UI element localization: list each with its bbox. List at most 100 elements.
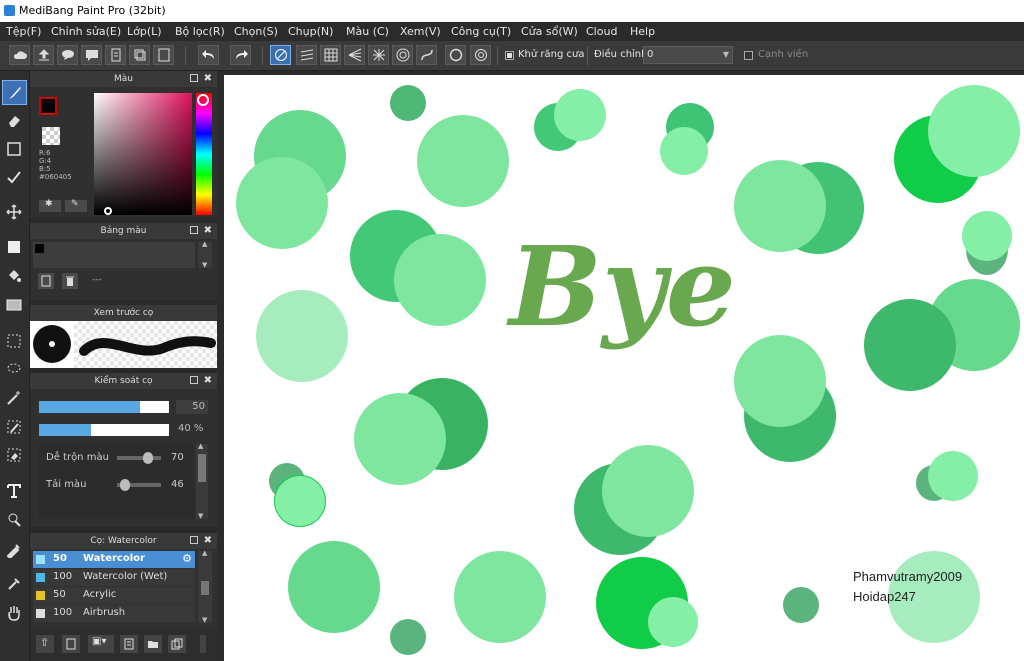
resize-handle[interactable] <box>200 635 206 653</box>
close-icon[interactable]: ✖ <box>204 223 212 239</box>
brush-list-scrollbar[interactable]: ▲ ▼ <box>198 549 212 624</box>
bucket-tool[interactable] <box>2 264 27 289</box>
float-icon[interactable] <box>190 74 198 82</box>
brush-item-watercolor-wet[interactable]: 100 Watercolor (Wet) <box>33 569 195 586</box>
move-tool[interactable] <box>2 200 27 225</box>
new-palette-button[interactable] <box>38 273 54 289</box>
float-icon[interactable] <box>190 376 198 384</box>
parallel-snap-button[interactable] <box>296 45 317 65</box>
select-pen-fill-tool[interactable] <box>2 415 27 440</box>
menu-select[interactable]: Chọn(S) <box>234 22 278 41</box>
menu-view[interactable]: Xem(V) <box>400 22 441 41</box>
curve-snap-button[interactable] <box>416 45 437 65</box>
cloud-button[interactable] <box>9 45 30 65</box>
adjust-select[interactable]: 0 ▼ <box>643 46 733 64</box>
menu-edit[interactable]: Chỉnh sửa(E) <box>51 22 121 41</box>
dropper-tool[interactable] <box>2 572 27 597</box>
circle-snap-button[interactable] <box>445 45 466 65</box>
text-tool[interactable] <box>2 479 27 504</box>
float-icon[interactable] <box>190 536 198 544</box>
gear-icon[interactable]: ⚙ <box>182 552 192 565</box>
menu-cloud[interactable]: Cloud <box>586 22 617 41</box>
page-button[interactable] <box>153 45 174 65</box>
delete-palette-button[interactable] <box>62 273 78 289</box>
radial-snap-button[interactable] <box>368 45 389 65</box>
size-value[interactable]: 50 <box>176 400 208 414</box>
menu-color[interactable]: Màu (C) <box>346 22 389 41</box>
select-tool[interactable] <box>2 329 27 354</box>
scroll-thumb[interactable] <box>198 454 206 482</box>
eyedropper-color-button[interactable]: ✎ <box>65 199 87 212</box>
lasso-tool[interactable] <box>2 357 27 382</box>
document-button[interactable] <box>105 45 126 65</box>
brush-settings-scrollbar[interactable]: ▲ ▼ <box>196 442 208 520</box>
magic-wand-tool[interactable] <box>2 386 27 411</box>
eraser-tool[interactable] <box>2 109 27 134</box>
undo-button[interactable] <box>198 45 219 65</box>
size-slider[interactable] <box>39 401 169 413</box>
concentric-snap-button[interactable] <box>392 45 413 65</box>
green-value: G:4 <box>39 157 52 165</box>
hue-slider[interactable] <box>196 93 212 215</box>
gradient-tool[interactable] <box>2 293 27 318</box>
antialias-checkbox[interactable] <box>505 51 514 60</box>
saturation-value-picker[interactable] <box>94 93 192 215</box>
scroll-thumb[interactable] <box>201 581 209 595</box>
folder-button[interactable] <box>144 635 162 653</box>
comment-button[interactable] <box>57 45 78 65</box>
add-brush-button[interactable] <box>62 635 80 653</box>
float-icon[interactable] <box>190 226 198 234</box>
rectangle-tool[interactable] <box>2 137 27 162</box>
drawing-canvas[interactable]: Bye Phamvutramy2009 Hoidap247 <box>224 75 1024 661</box>
copy-brush-button[interactable] <box>120 635 138 653</box>
layers-button[interactable] <box>129 45 150 65</box>
brush-tool[interactable] <box>2 80 27 105</box>
select-eraser-tool[interactable] <box>2 443 27 468</box>
close-icon[interactable]: ✖ <box>204 71 212 87</box>
adjust-value: 0 <box>647 49 654 60</box>
close-icon[interactable]: ✖ <box>204 373 212 389</box>
blend-slider-thumb[interactable] <box>143 452 153 464</box>
brush-menu-button[interactable]: ▣▾ <box>88 635 114 653</box>
operation-tool[interactable] <box>2 508 27 533</box>
palette-scrollbar[interactable]: ▲ ▼ <box>198 240 212 269</box>
menu-layer[interactable]: Lớp(L) <box>127 22 162 41</box>
cloud-brush-button[interactable]: ⇧ <box>36 635 54 653</box>
opacity-slider[interactable] <box>39 424 169 436</box>
close-icon[interactable]: ✖ <box>204 533 212 549</box>
hue-cursor[interactable] <box>197 94 209 106</box>
upload-button[interactable] <box>33 45 54 65</box>
picker-cursor[interactable] <box>104 207 112 215</box>
grid-snap-button[interactable] <box>320 45 341 65</box>
blend-slider[interactable] <box>117 452 161 464</box>
fill-rectangle-tool[interactable] <box>2 235 27 260</box>
palette-swatch[interactable] <box>35 244 44 253</box>
primary-color-swatch[interactable] <box>39 97 57 115</box>
brush-color-chip <box>36 555 45 564</box>
no-snap-button[interactable] <box>270 45 291 65</box>
brush-item-airbrush[interactable]: 100 Airbrush <box>33 605 195 622</box>
perspective-snap-button[interactable] <box>344 45 365 65</box>
brush-menu-icon: ▣▾ <box>92 636 107 647</box>
swap-color-button[interactable]: ✱ <box>39 199 61 212</box>
amount-slider-thumb[interactable] <box>120 479 130 491</box>
select-pen-tool[interactable] <box>2 165 27 190</box>
menu-window[interactable]: Cửa sổ(W) <box>521 22 578 41</box>
eyedropper-tool[interactable] <box>2 538 27 563</box>
menu-file[interactable]: Tệp(F) <box>6 22 41 41</box>
ring-snap-button[interactable] <box>470 45 491 65</box>
menu-snap[interactable]: Chụp(N) <box>288 22 333 41</box>
hand-tool[interactable] <box>2 601 27 626</box>
chat-button[interactable] <box>81 45 102 65</box>
palette-swatch-area[interactable] <box>33 242 195 268</box>
menu-help[interactable]: Help <box>630 22 655 41</box>
amount-slider[interactable] <box>117 479 161 491</box>
duplicate-brush-button[interactable] <box>168 635 186 653</box>
edge-checkbox[interactable] <box>744 51 753 60</box>
transparent-color-swatch[interactable] <box>42 127 60 145</box>
brush-item-watercolor[interactable]: 50 Watercolor ⚙ <box>33 551 195 568</box>
brush-item-acrylic[interactable]: 50 Acrylic <box>33 587 195 604</box>
menu-tool[interactable]: Công cụ(T) <box>451 22 511 41</box>
menu-filter[interactable]: Bộ lọc(R) <box>175 22 225 41</box>
redo-button[interactable] <box>230 45 251 65</box>
